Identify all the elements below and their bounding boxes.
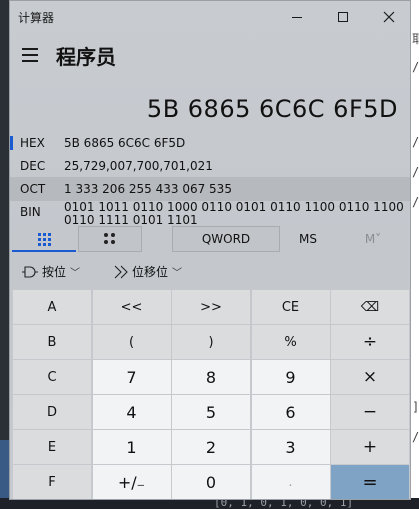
chevron-down-icon: ﹀: [70, 268, 81, 279]
key-e[interactable]: E: [13, 430, 91, 464]
radix-row-oct[interactable]: OCT 1 333 206 255 433 067 535: [10, 177, 410, 201]
radix-label: OCT: [20, 182, 46, 196]
minimize-button[interactable]: [274, 1, 320, 33]
mode-title: 程序员: [56, 45, 116, 69]
key-shift-right[interactable]: >>: [172, 290, 250, 324]
bit-toggle-icon: [104, 233, 116, 245]
close-icon: [383, 11, 395, 23]
radix-value: 25,729,007,700,701,021: [64, 159, 213, 173]
bg-glyph: 耶: [412, 32, 419, 46]
radix-label: HEX: [20, 136, 45, 150]
key-open-paren[interactable]: (: [92, 325, 171, 359]
key-d[interactable]: D: [13, 395, 91, 429]
title-bar[interactable]: 计算器: [10, 1, 410, 33]
radix-row-hex[interactable]: HEX 5B 6865 6C6C 6F5D: [10, 131, 410, 155]
key-backspace[interactable]: ⌫: [331, 290, 409, 324]
word-size-button[interactable]: QWORD: [172, 226, 280, 252]
maximize-icon: [338, 12, 348, 22]
radix-value: 5B 6865 6C6C 6F5D: [64, 136, 186, 150]
operations-row: 按位 ﹀ 位移位 ﹀: [10, 259, 410, 283]
keypad-grid-icon: [37, 232, 51, 246]
close-button[interactable]: [366, 1, 410, 33]
key-clear-entry[interactable]: CE: [251, 290, 330, 324]
bg-glyph: /: [412, 135, 419, 149]
bg-glyph: ]: [412, 400, 419, 414]
bg-glyph: /: [412, 195, 419, 209]
calculator-window: 计算器 程序员 5B 6865 6C6C 6F5D HEX 5B 6865 6C…: [9, 0, 411, 500]
key-b[interactable]: B: [13, 325, 91, 359]
key-subtract[interactable]: −: [331, 395, 409, 429]
key-4[interactable]: 4: [92, 395, 171, 429]
logic-gate-icon: [22, 265, 38, 278]
key-close-paren[interactable]: ): [172, 325, 250, 359]
key-0[interactable]: 0: [172, 465, 250, 499]
key-1[interactable]: 1: [92, 430, 171, 464]
key-modulo[interactable]: %: [251, 325, 330, 359]
key-a[interactable]: A: [13, 290, 91, 324]
radix-row-bin[interactable]: BIN 0101 1011 0110 1000 0110 0101 0110 1…: [10, 200, 410, 227]
key-decimal[interactable]: .: [251, 465, 330, 499]
bg-glyph: /: [412, 430, 419, 444]
hamburger-menu-icon[interactable]: [12, 35, 48, 75]
radix-row-dec[interactable]: DEC 25,729,007,700,701,021: [10, 154, 410, 178]
bg-glyph: /: [412, 165, 419, 179]
keypad-tabs: QWORD MS M˅: [10, 226, 410, 252]
key-c[interactable]: C: [13, 360, 91, 394]
tab-full-keypad[interactable]: [12, 226, 76, 252]
minimize-icon: [292, 16, 302, 18]
key-equals[interactable]: =: [331, 465, 409, 499]
key-add[interactable]: +: [331, 430, 409, 464]
header: 程序员: [10, 35, 410, 75]
memory-list-button[interactable]: M˅: [340, 226, 406, 252]
bitwise-dropdown[interactable]: 按位 ﹀: [22, 263, 80, 280]
bitwise-label: 按位: [42, 265, 67, 279]
background-taskbar-edge: [0, 440, 9, 500]
key-6[interactable]: 6: [251, 395, 330, 429]
key-f[interactable]: F: [13, 465, 91, 499]
result-display: 5B 6865 6C6C 6F5D: [146, 95, 398, 123]
bg-glyph: /: [412, 60, 419, 74]
memory-store-button[interactable]: MS: [280, 226, 336, 252]
chevron-down-icon: ﹀: [172, 268, 183, 279]
key-shift-left[interactable]: <<: [92, 290, 171, 324]
maximize-button[interactable]: [320, 1, 366, 33]
key-2[interactable]: 2: [172, 430, 250, 464]
key-3[interactable]: 3: [251, 430, 330, 464]
keypad: A << >> CE ⌫ B()% ÷ C 7 8 9 × D 4 5 6− E 1 2 3 + F +/₋ 0. =: [13, 290, 409, 499]
bitshift-label: 位移位: [132, 265, 169, 279]
tab-bit-toggle-keypad[interactable]: [78, 226, 142, 252]
background-window-edge: 耶 / / / / ] /: [411, 0, 419, 509]
radix-value: 0101 1011 0110 1000 0110 0101 0110 1100 …: [64, 200, 404, 227]
radix-label: BIN: [20, 205, 41, 219]
app-title: 计算器: [18, 11, 55, 25]
radix-label: DEC: [20, 159, 46, 173]
bit-shift-icon: [114, 265, 128, 278]
key-7[interactable]: 7: [92, 360, 171, 394]
key-9[interactable]: 9: [251, 360, 330, 394]
radix-value: 1 333 206 255 433 067 535: [64, 182, 232, 196]
key-5[interactable]: 5: [172, 395, 250, 429]
key-8[interactable]: 8: [172, 360, 250, 394]
key-multiply[interactable]: ×: [331, 360, 409, 394]
bitshift-dropdown[interactable]: 位移位 ﹀: [114, 263, 182, 280]
active-radix-indicator: [10, 136, 13, 150]
key-divide[interactable]: ÷: [331, 325, 409, 359]
key-negate[interactable]: +/₋: [92, 465, 171, 499]
